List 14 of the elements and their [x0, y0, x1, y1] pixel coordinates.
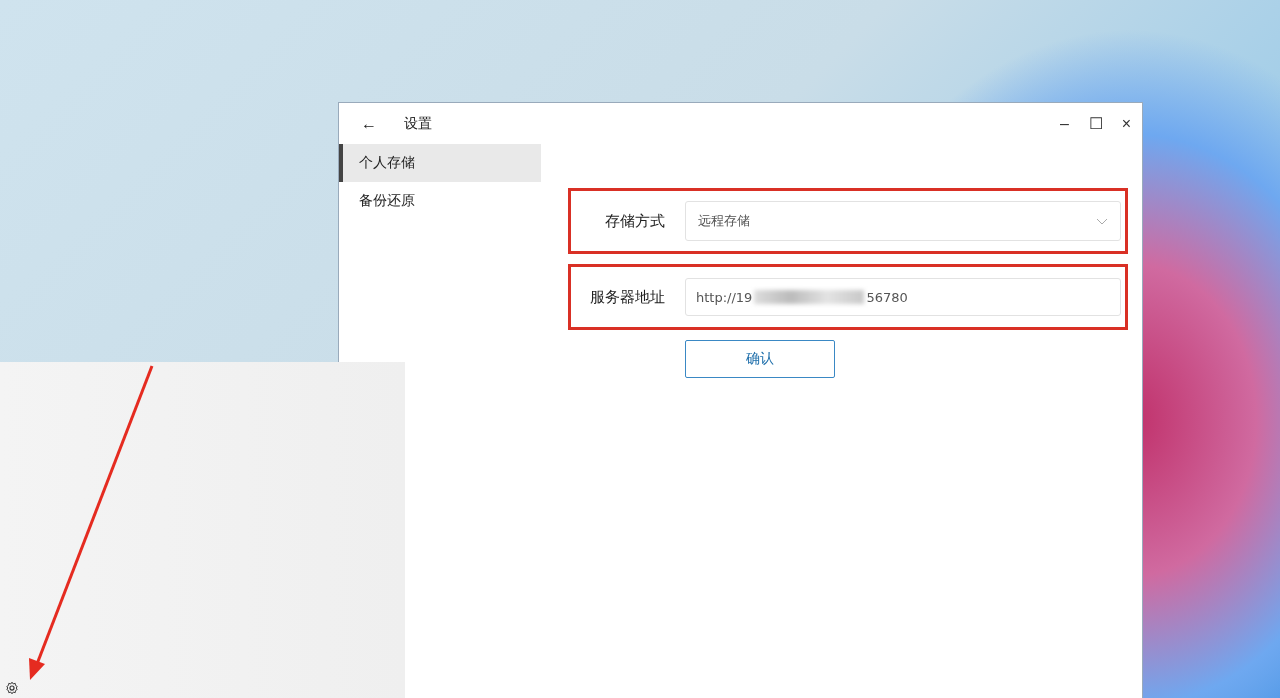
window-title: 设置 — [404, 114, 432, 133]
back-button[interactable]: ← — [359, 114, 379, 133]
sidebar-item[interactable]: 备份还原 — [339, 182, 541, 220]
maximize-button[interactable]: ☐ — [1080, 108, 1111, 139]
sidebar-item[interactable]: 个人存储 — [339, 144, 541, 182]
settings-icon[interactable] — [5, 681, 19, 695]
field-label: 存储方式 — [604, 211, 665, 231]
input-field[interactable]: http://19 56780 — [685, 278, 1121, 316]
close-button[interactable]: × — [1111, 108, 1142, 139]
confirm-button[interactable]: 确认 — [685, 340, 835, 378]
dropdown-field[interactable]: 远程存储 — [685, 201, 1121, 241]
field-label: 服务器地址 — [589, 287, 665, 307]
minimize-button[interactable]: – — [1049, 108, 1080, 139]
chevron-down-icon — [1096, 217, 1108, 225]
